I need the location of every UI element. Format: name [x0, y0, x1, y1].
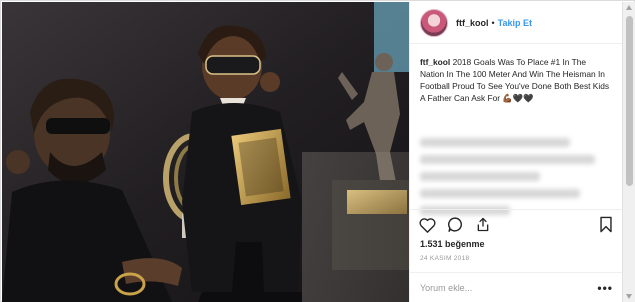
blurred-comment-line [420, 138, 570, 147]
instagram-post-window: ftf_kool • Takip Et ftf_kool 2018 Goals … [0, 0, 635, 302]
avatar[interactable] [420, 8, 448, 37]
scroll-down-arrow-icon[interactable] [626, 294, 632, 299]
comment-icon[interactable] [446, 216, 464, 234]
post-date: 24 KASIM 2018 [420, 255, 470, 262]
heart-icon[interactable] [418, 216, 436, 234]
scrollbar-thumb[interactable] [626, 16, 633, 186]
post-details-panel: ftf_kool • Takip Et ftf_kool 2018 Goals … [409, 2, 623, 302]
comment-input[interactable]: Yorum ekle... [420, 283, 472, 293]
post-photo-illustration [2, 2, 409, 302]
blurred-comment-line [420, 172, 540, 181]
separator-dot: • [491, 17, 495, 28]
follow-button[interactable]: Takip Et [498, 18, 532, 28]
scroll-up-arrow-icon[interactable] [626, 5, 632, 10]
share-icon[interactable] [474, 216, 492, 234]
username[interactable]: ftf_kool [456, 18, 489, 28]
blurred-comment-line [420, 155, 595, 164]
bookmark-icon[interactable] [597, 216, 615, 234]
blurred-comment-line [420, 189, 580, 198]
caption-username[interactable]: ftf_kool [420, 57, 450, 67]
post-header: ftf_kool • Takip Et [410, 2, 622, 44]
comment-box[interactable]: Yorum ekle... ••• [410, 272, 623, 302]
post-photo[interactable] [2, 2, 409, 302]
action-bar [410, 209, 623, 239]
more-options-icon[interactable]: ••• [597, 281, 613, 295]
scrollbar[interactable] [622, 2, 635, 302]
likes-count[interactable]: 1.531 beğenme [420, 239, 485, 249]
